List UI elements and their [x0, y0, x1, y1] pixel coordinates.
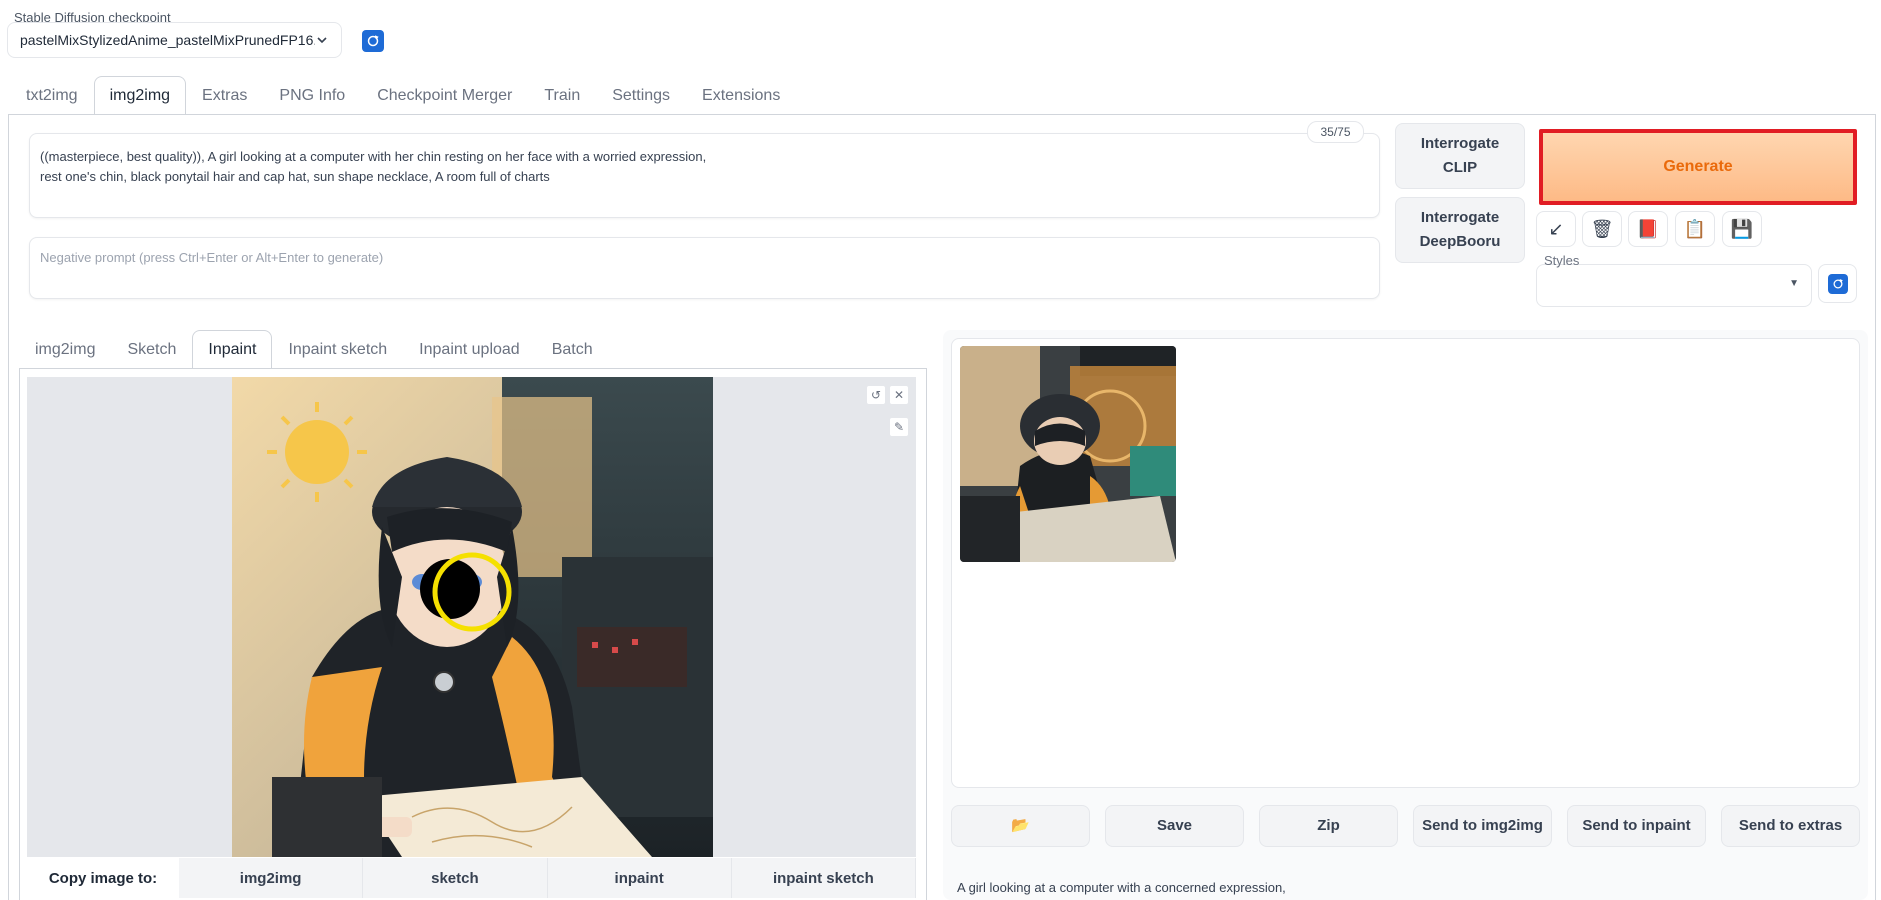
zip-button[interactable]: Zip	[1259, 805, 1398, 847]
folder-icon: 📂	[1011, 817, 1030, 834]
undo-icon[interactable]: ↺	[866, 385, 886, 405]
refresh-checkpoint-button[interactable]	[362, 30, 384, 52]
copy-to-sketch-button[interactable]: sketch	[363, 858, 548, 898]
subtab-inpaint-upload[interactable]: Inpaint upload	[403, 330, 536, 369]
img2img-subtabs: img2img Sketch Inpaint Inpaint sketch In…	[19, 330, 609, 370]
tab-png-info[interactable]: PNG Info	[263, 76, 361, 114]
read-params-button[interactable]: ↙	[1536, 211, 1576, 247]
save-style-button[interactable]: 💾	[1722, 211, 1762, 247]
subtab-inpaint-sketch[interactable]: Inpaint sketch	[272, 330, 403, 369]
send-to-img2img-button[interactable]: Send to img2img	[1413, 805, 1552, 847]
extra-networks-button[interactable]: 📕	[1628, 211, 1668, 247]
interrogate-clip-label-1: Interrogate	[1420, 135, 1500, 152]
token-counter: 35/75	[1307, 121, 1364, 143]
trash-icon: 🗑	[1590, 218, 1614, 239]
interrogate-clip-label-2: CLIP	[1442, 159, 1478, 176]
interrogate-db-label-1: Interrogate	[1420, 209, 1500, 226]
close-icon[interactable]: ✕	[889, 385, 909, 405]
save-icon: 💾	[1730, 218, 1754, 239]
interrogate-db-label-2: DeepBooru	[1419, 233, 1501, 250]
prompt-line-1: ((masterpiece, best quality)), A girl lo…	[40, 149, 707, 164]
tab-txt2img[interactable]: txt2img	[10, 76, 94, 114]
copy-to-img2img-button[interactable]: img2img	[179, 858, 364, 898]
clear-prompt-button[interactable]: 🗑	[1582, 211, 1622, 247]
tab-extras[interactable]: Extras	[186, 76, 263, 114]
subtab-sketch[interactable]: Sketch	[111, 330, 192, 369]
copy-image-label: Copy image to:	[27, 858, 179, 898]
apply-style-button[interactable]: 📋	[1675, 211, 1715, 247]
save-button[interactable]: Save	[1105, 805, 1244, 847]
send-to-extras-button[interactable]: Send to extras	[1721, 805, 1860, 847]
checkpoint-dropdown[interactable]: pastelMixStylizedAnime_pastelMixPrunedFP…	[7, 22, 342, 58]
prompt-line-2: rest one's chin, black ponytail hair and…	[40, 169, 550, 184]
arrow-icon: ↙	[1548, 218, 1564, 239]
tab-extensions[interactable]: Extensions	[686, 76, 796, 114]
tab-train[interactable]: Train	[528, 76, 596, 114]
open-folder-button[interactable]: 📂	[951, 805, 1090, 847]
subtab-inpaint[interactable]: Inpaint	[192, 330, 273, 370]
send-to-inpaint-button[interactable]: Send to inpaint	[1567, 805, 1706, 847]
refresh-icon	[1827, 273, 1848, 294]
caret-down-icon: ▼	[1789, 278, 1799, 289]
refresh-styles-button[interactable]	[1818, 264, 1857, 303]
main-tabs: txt2img img2img Extras PNG Info Checkpoi…	[10, 76, 796, 115]
inpaint-canvas[interactable]	[232, 377, 713, 857]
copy-to-inpaint-button[interactable]: inpaint	[547, 858, 732, 898]
copy-to-inpaint-sketch-button[interactable]: inpaint sketch	[731, 858, 916, 898]
negative-prompt-textarea[interactable]: Negative prompt (press Ctrl+Enter or Alt…	[29, 237, 1380, 299]
refresh-icon	[367, 35, 379, 47]
chevron-down-icon	[317, 37, 327, 44]
prompt-textarea[interactable]: ((masterpiece, best quality)), A girl lo…	[29, 133, 1380, 218]
clipboard-icon: 📋	[1683, 218, 1707, 239]
tab-checkpoint-merger[interactable]: Checkpoint Merger	[361, 76, 528, 114]
subtab-batch[interactable]: Batch	[536, 330, 609, 369]
book-icon: 📕	[1636, 218, 1660, 239]
interrogate-deepbooru-button[interactable]: Interrogate DeepBooru	[1395, 197, 1525, 263]
copy-image-row: Copy image to: img2img sketch inpaint in…	[27, 858, 916, 898]
generated-image	[960, 346, 1176, 562]
anime-girl-image	[232, 377, 713, 857]
brush-icon[interactable]: ✎	[889, 417, 909, 437]
subtab-img2img[interactable]: img2img	[19, 330, 111, 369]
tab-img2img[interactable]: img2img	[93, 76, 187, 115]
checkpoint-value: pastelMixStylizedAnime_pastelMixPrunedFP…	[20, 32, 315, 48]
tab-settings[interactable]: Settings	[596, 76, 686, 114]
gallery-thumbnail[interactable]	[960, 346, 1176, 562]
interrogate-clip-button[interactable]: Interrogate CLIP	[1395, 123, 1525, 189]
negative-prompt-placeholder: Negative prompt (press Ctrl+Enter or Alt…	[40, 250, 384, 265]
styles-label: Styles	[1544, 253, 1580, 268]
generate-button[interactable]: Generate	[1539, 129, 1857, 205]
styles-dropdown[interactable]: ▼	[1536, 264, 1812, 307]
generation-info-text: A girl looking at a computer with a conc…	[957, 880, 1286, 895]
